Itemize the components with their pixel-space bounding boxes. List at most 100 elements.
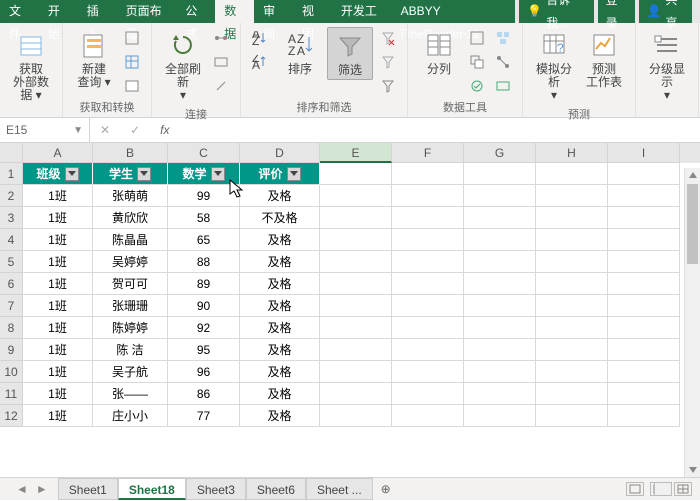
cell[interactable]: 及格 xyxy=(240,383,320,405)
normal-view-button[interactable] xyxy=(626,482,644,496)
cell[interactable]: 陈 洁 xyxy=(93,339,168,361)
cell[interactable]: 及格 xyxy=(240,339,320,361)
edit-links-button[interactable] xyxy=(210,75,232,97)
confirm-icon[interactable]: ✓ xyxy=(130,123,140,137)
cell[interactable] xyxy=(320,251,392,273)
cell[interactable] xyxy=(392,185,464,207)
add-sheet-button[interactable]: ⊕ xyxy=(375,482,397,496)
data-model-button[interactable] xyxy=(492,75,514,97)
row-header[interactable]: 6 xyxy=(0,273,23,295)
cell[interactable]: 吴子航 xyxy=(93,361,168,383)
cell[interactable]: 及格 xyxy=(240,251,320,273)
cell[interactable] xyxy=(464,229,536,251)
flash-fill-button[interactable] xyxy=(466,27,488,49)
connections-button[interactable] xyxy=(210,27,232,49)
outline-button[interactable]: 分级显示▾ xyxy=(644,27,690,104)
cell[interactable] xyxy=(608,361,680,383)
cell[interactable]: 95 xyxy=(168,339,240,361)
consolidate-button[interactable] xyxy=(492,27,514,49)
cell[interactable] xyxy=(320,163,392,185)
cell[interactable]: 90 xyxy=(168,295,240,317)
cell[interactable] xyxy=(536,317,608,339)
cell[interactable] xyxy=(464,361,536,383)
row-header[interactable]: 4 xyxy=(0,229,23,251)
relationships-button[interactable] xyxy=(492,51,514,73)
sheet-tab[interactable]: Sheet1 xyxy=(58,478,118,500)
cell[interactable]: 1班 xyxy=(23,339,93,361)
cell[interactable]: 陈晶晶 xyxy=(93,229,168,251)
sheet-tab[interactable]: Sheet18 xyxy=(118,478,186,500)
menu-tab-文件[interactable]: 文件 xyxy=(0,0,39,23)
new-query-button[interactable]: 新建查询 ▾ xyxy=(71,27,117,91)
column-header[interactable]: G xyxy=(464,143,536,163)
cell[interactable] xyxy=(608,383,680,405)
cell[interactable] xyxy=(536,361,608,383)
cell[interactable] xyxy=(392,295,464,317)
menu-tab-插入[interactable]: 插入 xyxy=(78,0,117,23)
cell[interactable]: 1班 xyxy=(23,185,93,207)
cell[interactable]: 99 xyxy=(168,185,240,207)
cell[interactable] xyxy=(608,273,680,295)
cell[interactable] xyxy=(320,207,392,229)
select-all-corner[interactable] xyxy=(0,143,23,163)
row-header[interactable]: 11 xyxy=(0,383,23,405)
cell[interactable] xyxy=(320,405,392,427)
table-header-cell[interactable]: 班级 xyxy=(23,163,93,185)
column-header[interactable]: C xyxy=(168,143,240,163)
horizontal-scrollbar[interactable] xyxy=(654,482,672,496)
row-header[interactable]: 8 xyxy=(0,317,23,339)
name-box[interactable]: E15▼ xyxy=(0,118,90,142)
cell[interactable] xyxy=(320,273,392,295)
cell[interactable]: 65 xyxy=(168,229,240,251)
cell[interactable]: 1班 xyxy=(23,273,93,295)
cell[interactable] xyxy=(536,405,608,427)
data-validation-button[interactable] xyxy=(466,75,488,97)
menu-tab-审阅[interactable]: 审阅 xyxy=(254,0,293,23)
cell[interactable] xyxy=(320,317,392,339)
cell[interactable] xyxy=(464,317,536,339)
cell[interactable] xyxy=(320,361,392,383)
cell[interactable]: 贺可可 xyxy=(93,273,168,295)
vertical-scrollbar[interactable] xyxy=(684,168,700,477)
cell[interactable]: 92 xyxy=(168,317,240,339)
cell[interactable] xyxy=(536,339,608,361)
cell[interactable]: 黄欣欣 xyxy=(93,207,168,229)
cell[interactable] xyxy=(392,163,464,185)
scroll-up-icon[interactable] xyxy=(689,172,697,178)
cell[interactable] xyxy=(392,339,464,361)
row-header[interactable]: 1 xyxy=(0,163,23,185)
filter-dropdown-button[interactable] xyxy=(211,167,225,181)
cell[interactable]: 86 xyxy=(168,383,240,405)
column-header[interactable]: F xyxy=(392,143,464,163)
forecast-sheet-button[interactable]: 预测工作表 xyxy=(581,27,627,91)
sort-desc-button[interactable]: ZA xyxy=(249,51,271,73)
clear-filter-button[interactable] xyxy=(377,27,399,49)
show-queries-button[interactable] xyxy=(121,27,143,49)
cell[interactable] xyxy=(320,339,392,361)
cell[interactable]: 1班 xyxy=(23,405,93,427)
cell[interactable] xyxy=(464,405,536,427)
cell[interactable] xyxy=(536,163,608,185)
row-header[interactable]: 2 xyxy=(0,185,23,207)
cell[interactable] xyxy=(392,207,464,229)
cell[interactable] xyxy=(536,229,608,251)
column-header[interactable]: A xyxy=(23,143,93,163)
table-header-cell[interactable]: 学生 xyxy=(93,163,168,185)
cell[interactable] xyxy=(464,273,536,295)
cell[interactable]: 89 xyxy=(168,273,240,295)
cell[interactable]: 及格 xyxy=(240,273,320,295)
cell[interactable] xyxy=(608,207,680,229)
cell[interactable] xyxy=(392,405,464,427)
column-header[interactable]: H xyxy=(536,143,608,163)
advanced-button[interactable] xyxy=(377,75,399,97)
cell[interactable] xyxy=(392,273,464,295)
cell[interactable]: 58 xyxy=(168,207,240,229)
cell[interactable] xyxy=(320,383,392,405)
cell[interactable]: 吴婷婷 xyxy=(93,251,168,273)
column-header[interactable]: D xyxy=(240,143,320,163)
cell[interactable] xyxy=(392,251,464,273)
cell[interactable] xyxy=(464,383,536,405)
cell[interactable] xyxy=(608,229,680,251)
next-sheet-icon[interactable]: ► xyxy=(36,482,48,496)
row-header[interactable]: 10 xyxy=(0,361,23,383)
